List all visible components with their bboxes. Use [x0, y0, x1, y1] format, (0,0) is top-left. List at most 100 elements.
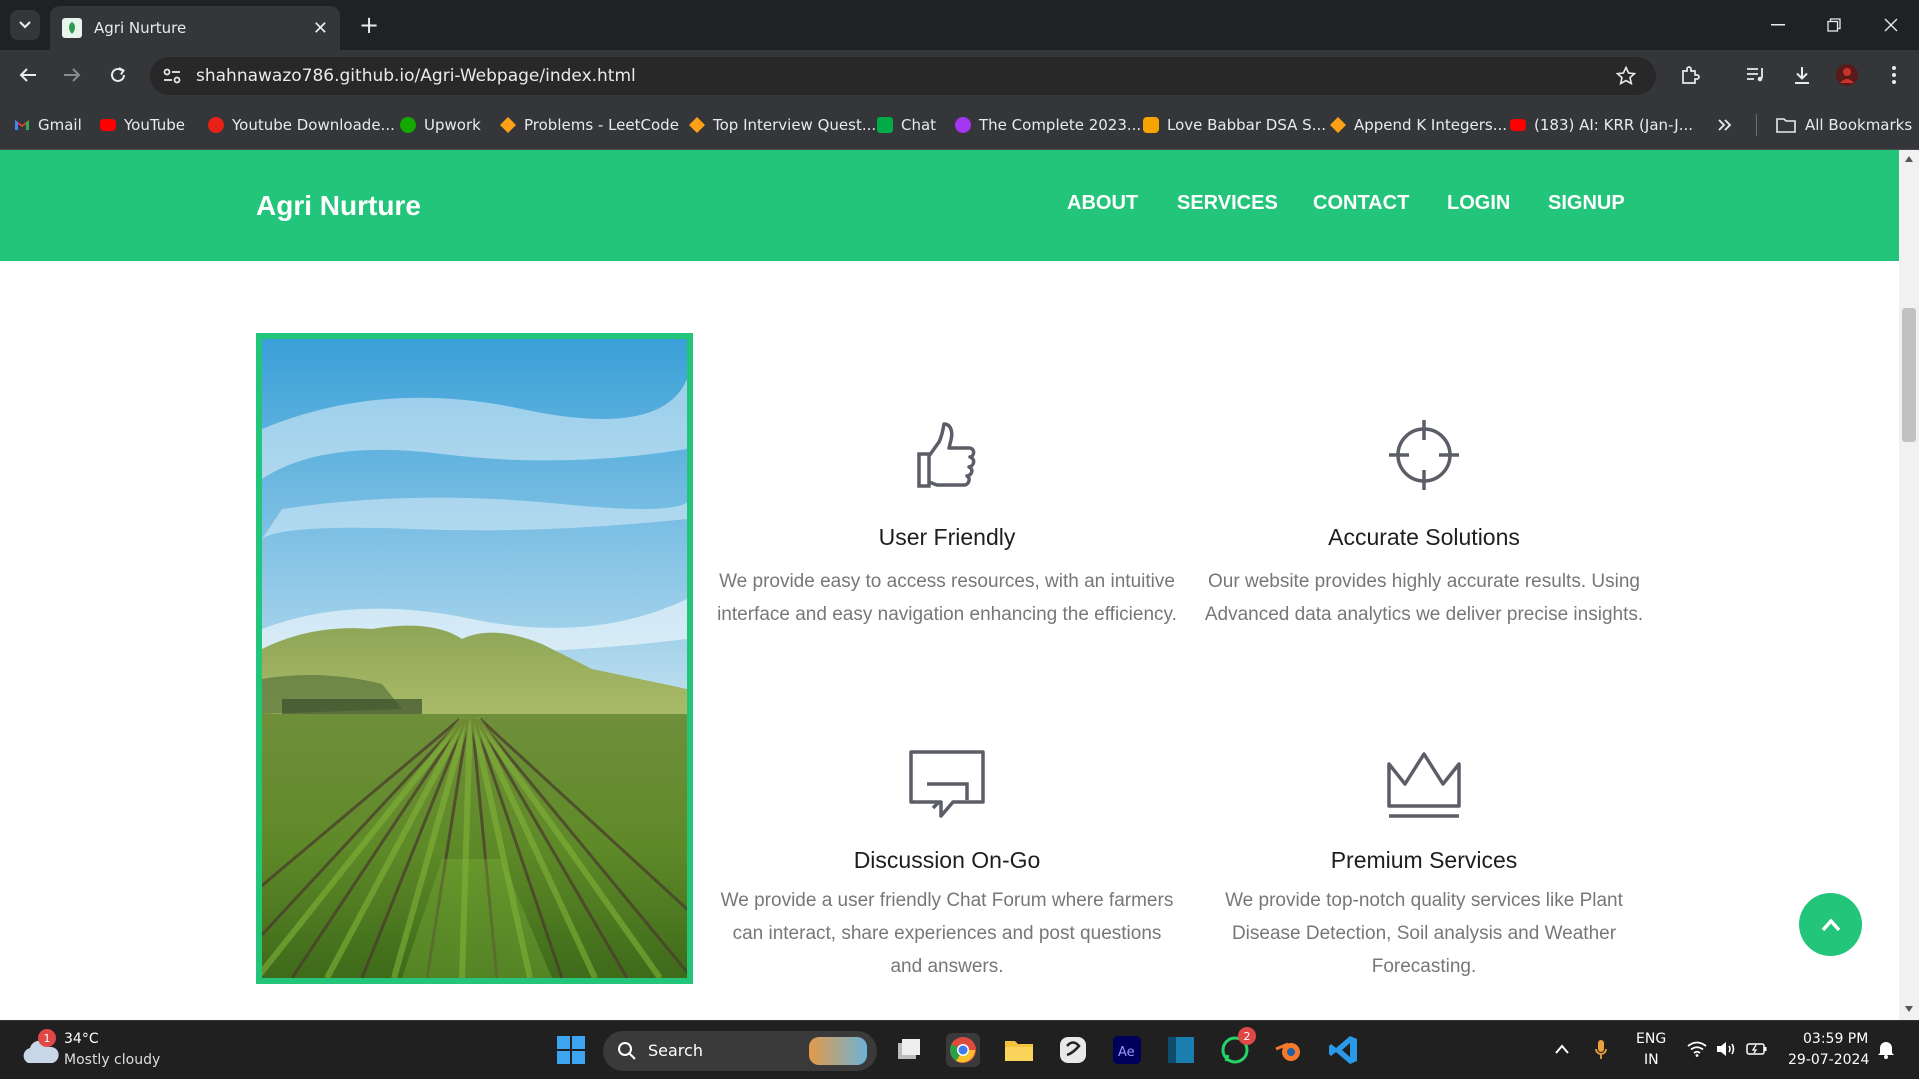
- page-scrollbar[interactable]: [1899, 150, 1919, 1020]
- taskbar-whatsapp[interactable]: 2: [1218, 1027, 1256, 1067]
- scroll-down-arrow-icon[interactable]: [1905, 1006, 1913, 1012]
- bookmarks-bar: Gmail YouTube Youtube Downloade... Upwor…: [0, 100, 1919, 150]
- downloads-button[interactable]: [1784, 58, 1820, 92]
- windows-taskbar: 1 34°C Mostly cloudy Search Ae 2 ENG IN …: [0, 1020, 1919, 1079]
- taskbar-after-effects[interactable]: Ae: [1110, 1033, 1144, 1067]
- extensions-button[interactable]: [1672, 58, 1708, 92]
- taskbar-app-spiral[interactable]: [1056, 1033, 1090, 1067]
- bookmark-leetcode[interactable]: Problems - LeetCode: [500, 114, 679, 136]
- bookmark-label: Top Interview Quest...: [713, 116, 877, 134]
- bookmark-gmail[interactable]: Gmail: [14, 114, 82, 136]
- kebab-menu-icon: [1892, 66, 1896, 84]
- chrome-menu-button[interactable]: [1876, 58, 1912, 92]
- task-view-icon: [898, 1039, 920, 1059]
- taskbar-blender[interactable]: [1272, 1033, 1306, 1067]
- leetcode-icon: [689, 117, 705, 133]
- taskbar-chrome[interactable]: [946, 1033, 980, 1067]
- after-effects-icon: Ae: [1113, 1036, 1141, 1064]
- address-bar[interactable]: shahnawazo786.github.io/Agri-Webpage/ind…: [150, 57, 1656, 95]
- nav-about[interactable]: ABOUT: [1067, 192, 1138, 215]
- site-info-icon[interactable]: [162, 67, 182, 85]
- bookmark-label: YouTube: [124, 116, 185, 134]
- region-indicator[interactable]: IN: [1644, 1052, 1659, 1068]
- active-tab[interactable]: Agri Nurture ✕: [50, 6, 340, 50]
- url-text[interactable]: shahnawazo786.github.io/Agri-Webpage/ind…: [196, 66, 636, 86]
- tab-close-icon[interactable]: ✕: [313, 18, 328, 39]
- chevron-up-icon: [1821, 917, 1840, 931]
- bookmark-youtube[interactable]: YouTube: [100, 114, 185, 136]
- bookmark-upwork[interactable]: Upwork: [400, 114, 481, 136]
- app-icon: [1060, 1037, 1086, 1063]
- leetcode-icon: [500, 117, 516, 133]
- nav-signup[interactable]: SIGNUP: [1548, 192, 1625, 215]
- bookmark-youtube-downloader[interactable]: Youtube Downloade...: [208, 114, 395, 136]
- bookmark-label: Youtube Downloade...: [232, 116, 395, 134]
- chevron-up-icon[interactable]: [1554, 1043, 1570, 1055]
- blender-icon: [1275, 1042, 1300, 1061]
- feature-discussion: Discussion On-Go We provide a user frien…: [717, 750, 1177, 983]
- scrollbar-thumb[interactable]: [1902, 308, 1916, 442]
- taskbar-file-explorer[interactable]: [1002, 1033, 1036, 1067]
- weather-widget[interactable]: 1: [20, 1029, 60, 1073]
- folder-icon: [1005, 1041, 1033, 1061]
- bookmark-star-icon[interactable]: [1616, 66, 1636, 86]
- close-window-button[interactable]: [1863, 0, 1919, 50]
- language-indicator[interactable]: ENG: [1636, 1031, 1666, 1047]
- feature-title: Discussion On-Go: [853, 847, 1041, 873]
- bookmark-ai-krr[interactable]: (183) AI: KRR (Jan-J...: [1510, 114, 1693, 136]
- bookmark-love-babbar[interactable]: Love Babbar DSA S...: [1143, 114, 1326, 136]
- restore-icon: [1827, 18, 1841, 32]
- task-view-button[interactable]: [892, 1033, 926, 1067]
- start-button[interactable]: [554, 1033, 588, 1067]
- playlist-icon: [1747, 68, 1763, 82]
- google-chat-icon: [877, 117, 893, 133]
- nav-login[interactable]: LOGIN: [1447, 192, 1510, 215]
- gmail-icon: [14, 117, 30, 133]
- arrow-left-icon: [19, 68, 36, 82]
- bookmark-label: Problems - LeetCode: [524, 116, 679, 134]
- farm-field-image: [256, 333, 693, 984]
- clock-time[interactable]: 03:59 PM: [1803, 1031, 1868, 1047]
- battery-icon[interactable]: [1746, 1041, 1768, 1057]
- microphone-icon[interactable]: [1594, 1039, 1608, 1061]
- bookmark-chat[interactable]: Chat: [877, 114, 936, 136]
- arrow-right-icon: [64, 68, 81, 82]
- bookmark-label: Gmail: [38, 116, 82, 134]
- weather-badge: 1: [38, 1029, 56, 1047]
- forward-button[interactable]: [54, 58, 90, 92]
- all-bookmarks-button[interactable]: All Bookmarks: [1776, 114, 1912, 136]
- profile-button[interactable]: [1829, 58, 1865, 92]
- bookmark-append-k[interactable]: Append K Integers...: [1330, 114, 1507, 136]
- media-controls-button[interactable]: [1738, 58, 1774, 92]
- nav-services[interactable]: SERVICES: [1177, 192, 1278, 215]
- taskbar-search[interactable]: Search: [603, 1031, 877, 1071]
- scroll-to-top-button[interactable]: [1799, 893, 1862, 956]
- feature-title: User Friendly: [878, 524, 1016, 550]
- bookmark-top-interview[interactable]: Top Interview Quest...: [689, 114, 876, 136]
- more-bookmarks-button[interactable]: [1718, 114, 1732, 136]
- site-brand[interactable]: Agri Nurture: [256, 190, 421, 222]
- reload-icon: [111, 67, 125, 82]
- bookmark-label: Chat: [901, 116, 937, 134]
- download-app-icon: [208, 117, 224, 133]
- scroll-up-arrow-icon[interactable]: [1905, 156, 1913, 162]
- bookmark-complete-2023[interactable]: The Complete 2023...: [955, 114, 1141, 136]
- nav-contact[interactable]: CONTACT: [1313, 192, 1409, 215]
- restore-button[interactable]: [1806, 0, 1862, 50]
- notification-bell-icon[interactable]: [1876, 1039, 1896, 1059]
- close-icon: [1884, 18, 1898, 32]
- upwork-icon: [400, 117, 416, 133]
- taskbar-vscode[interactable]: [1326, 1033, 1360, 1067]
- browser-toolbar: shahnawazo786.github.io/Agri-Webpage/ind…: [0, 50, 1919, 100]
- wifi-icon[interactable]: [1687, 1041, 1707, 1057]
- tab-search-button[interactable]: [10, 10, 40, 40]
- minimize-button[interactable]: [1750, 0, 1806, 50]
- reload-button[interactable]: [100, 58, 136, 92]
- web-page: Agri Nurture ABOUT SERVICES CONTACT LOGI…: [0, 150, 1899, 1020]
- taskbar-app-panel[interactable]: [1164, 1033, 1198, 1067]
- back-button[interactable]: [10, 58, 46, 92]
- volume-icon[interactable]: [1716, 1041, 1736, 1057]
- clock-date[interactable]: 29-07-2024: [1788, 1052, 1869, 1068]
- new-tab-button[interactable]: +: [352, 8, 386, 42]
- avatar: [1836, 64, 1858, 86]
